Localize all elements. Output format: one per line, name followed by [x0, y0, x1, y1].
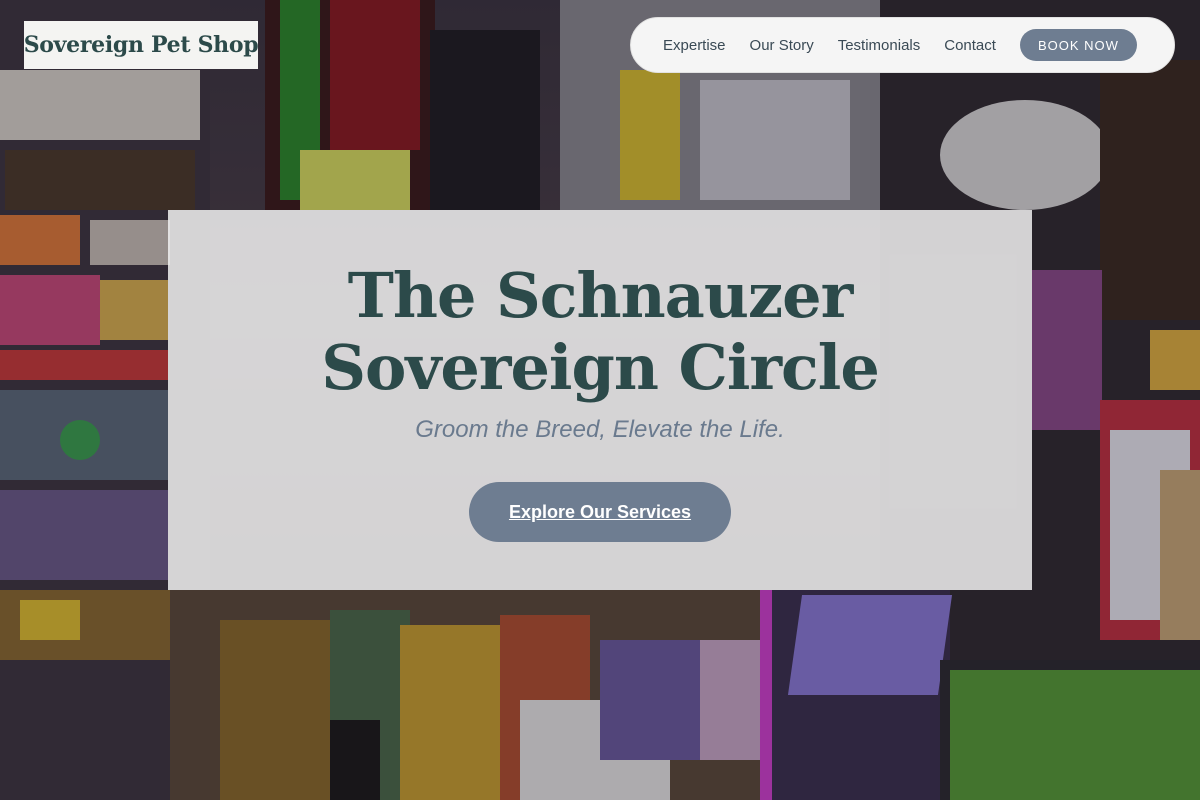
hero-title-line-2: Sovereign Circle — [321, 331, 880, 404]
nav-link-testimonials[interactable]: Testimonials — [838, 37, 921, 54]
brand-name: Sovereign Pet Shop — [23, 32, 259, 58]
site-logo[interactable]: Sovereign Pet Shop — [23, 21, 259, 69]
nav-link-our-story[interactable]: Our Story — [750, 37, 814, 54]
book-now-button[interactable]: BOOK NOW — [1019, 29, 1137, 61]
nav-link-expertise[interactable]: Expertise — [663, 37, 726, 54]
hero-tagline: Groom the Breed, Elevate the Life. — [415, 416, 785, 443]
hero-title: The Schnauzer Sovereign Circle — [168, 260, 1032, 404]
hero-panel: The Schnauzer Sovereign Circle Groom the… — [168, 210, 1032, 590]
explore-services-button[interactable]: Explore Our Services — [469, 482, 731, 542]
hero-title-line-1: The Schnauzer — [347, 259, 853, 332]
main-nav: Expertise Our Story Testimonials Contact… — [630, 17, 1175, 73]
nav-link-contact[interactable]: Contact — [944, 37, 996, 54]
